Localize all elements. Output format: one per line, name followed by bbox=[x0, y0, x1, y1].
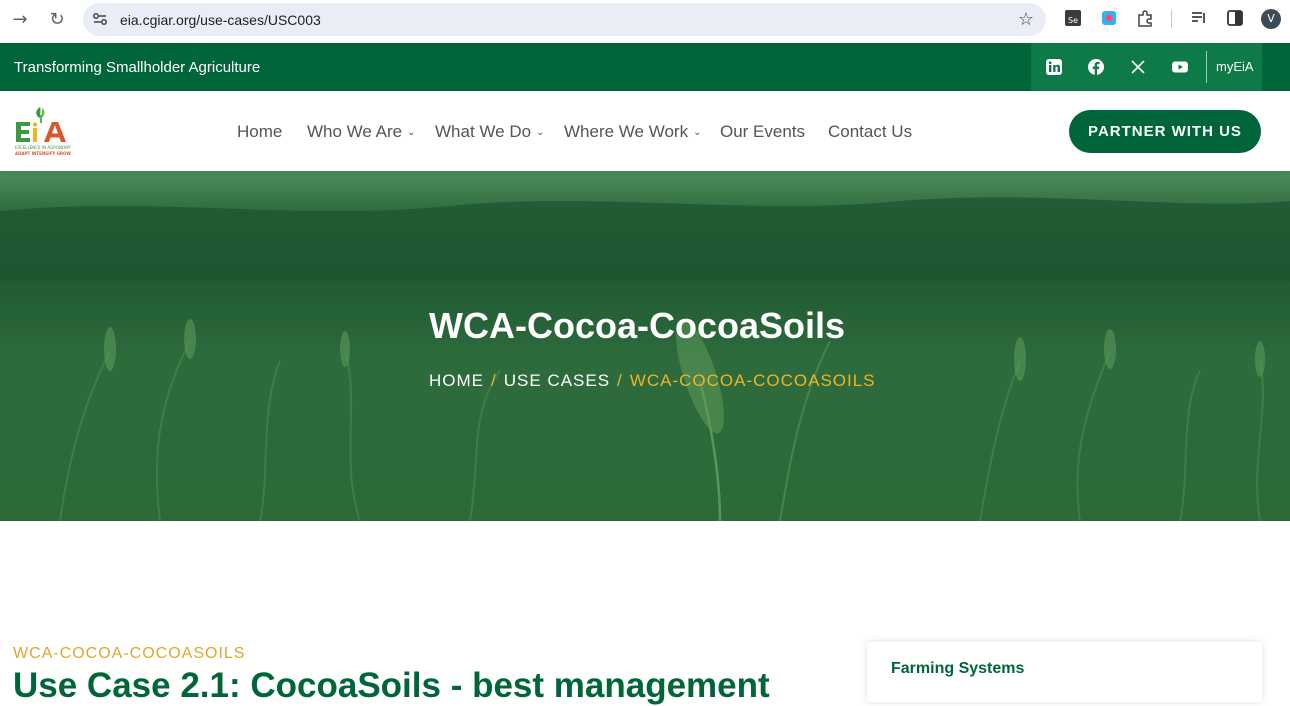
profile-avatar[interactable]: V bbox=[1261, 9, 1281, 29]
top-bar: Transforming Smallholder Agriculture myE… bbox=[0, 43, 1290, 91]
breadcrumb-separator: / bbox=[617, 371, 623, 390]
extensions-puzzle-icon[interactable] bbox=[1136, 9, 1154, 27]
linkedin-icon[interactable] bbox=[1045, 58, 1063, 76]
nav-item-label: Our Events bbox=[720, 122, 806, 141]
facebook-icon[interactable] bbox=[1087, 58, 1105, 76]
myeia-link[interactable]: myEiA bbox=[1216, 59, 1254, 74]
sidebar-card-title: Farming Systems bbox=[891, 660, 1025, 677]
side-panel-icon[interactable] bbox=[1226, 9, 1244, 27]
nav-item-label: Where We Work bbox=[564, 122, 689, 141]
breadcrumb-use-cases[interactable]: USE CASES bbox=[504, 371, 610, 390]
screen-capture-extension-icon[interactable] bbox=[1100, 9, 1118, 27]
social-divider bbox=[1206, 51, 1207, 83]
content-kicker: WCA-COCOA-COCOASOILS bbox=[13, 645, 246, 662]
nav-item-what-we-do[interactable]: What We Do ⌄ bbox=[435, 122, 544, 142]
eia-logo[interactable]: EXCELLENCE IN AGRONOMY ADAPT INTENSIFY G… bbox=[13, 104, 77, 160]
nav-item-who-we-are[interactable]: Who We Are ⌄ bbox=[307, 122, 416, 142]
chevron-down-icon: ⌄ bbox=[536, 127, 545, 138]
svg-text:ADAPT INTENSIFY GROW: ADAPT INTENSIFY GROW bbox=[15, 151, 71, 156]
site-tagline: Transforming Smallholder Agriculture bbox=[14, 59, 261, 76]
page-title: WCA-Cocoa-CocoaSoils bbox=[429, 305, 846, 346]
reload-icon[interactable]: ↻ bbox=[45, 8, 69, 32]
nav-item-our-events[interactable]: Our Events bbox=[720, 122, 805, 142]
site-settings-icon[interactable] bbox=[91, 10, 109, 28]
breadcrumb-current: WCA-COCOA-COCOASOILS bbox=[629, 371, 876, 390]
partner-with-us-button[interactable]: PARTNER WITH US bbox=[1069, 110, 1261, 153]
bookmark-star-icon[interactable]: ☆ bbox=[1018, 9, 1034, 30]
toolbar-divider bbox=[1171, 10, 1172, 28]
chevron-down-icon: ⌄ bbox=[693, 127, 702, 138]
youtube-icon[interactable] bbox=[1171, 58, 1189, 76]
nav-item-contact-us[interactable]: Contact Us bbox=[828, 122, 912, 142]
x-icon[interactable] bbox=[1129, 58, 1147, 76]
sidebar-card: Farming Systems bbox=[867, 642, 1262, 702]
breadcrumb-home[interactable]: HOME bbox=[429, 371, 484, 390]
nav-item-where-we-work[interactable]: Where We Work ⌄ bbox=[564, 122, 701, 142]
social-links: myEiA bbox=[1031, 43, 1262, 91]
back-arrow-icon[interactable]: → bbox=[8, 8, 32, 32]
breadcrumb: HOME / USE CASES / WCA-COCOA-COCOASOILS bbox=[429, 371, 876, 391]
hero-banner: WCA-Cocoa-CocoaSoils HOME / USE CASES / WCA-… bbox=[0, 171, 1290, 521]
selenium-extension-icon[interactable]: Se bbox=[1064, 9, 1082, 27]
browser-toolbar: → ↻ eia.cgiar.org/use-cases/USC003 ☆ Se … bbox=[0, 0, 1290, 43]
main-navigation: Home Who We Are ⌄ What We Do ⌄ Where We Wo… bbox=[0, 91, 1290, 171]
address-bar[interactable]: eia.cgiar.org/use-cases/USC003 ☆ bbox=[83, 3, 1046, 36]
svg-text:Se: Se bbox=[1068, 16, 1078, 25]
nav-item-label: Contact Us bbox=[828, 122, 913, 141]
media-controls-icon[interactable] bbox=[1190, 9, 1208, 27]
chevron-down-icon: ⌄ bbox=[407, 127, 416, 138]
content-heading: Use Case 2.1: CocoaSoils - best manageme… bbox=[13, 666, 770, 705]
breadcrumb-separator: / bbox=[491, 371, 497, 390]
url-text[interactable]: eia.cgiar.org/use-cases/USC003 bbox=[120, 12, 321, 28]
nav-item-home[interactable]: Home bbox=[237, 122, 282, 142]
nav-item-label: Home bbox=[237, 122, 283, 141]
svg-text:EXCELLENCE IN AGRONOMY: EXCELLENCE IN AGRONOMY bbox=[15, 145, 72, 150]
nav-item-label: Who We Are bbox=[307, 122, 403, 141]
nav-item-label: What We Do bbox=[435, 122, 532, 141]
